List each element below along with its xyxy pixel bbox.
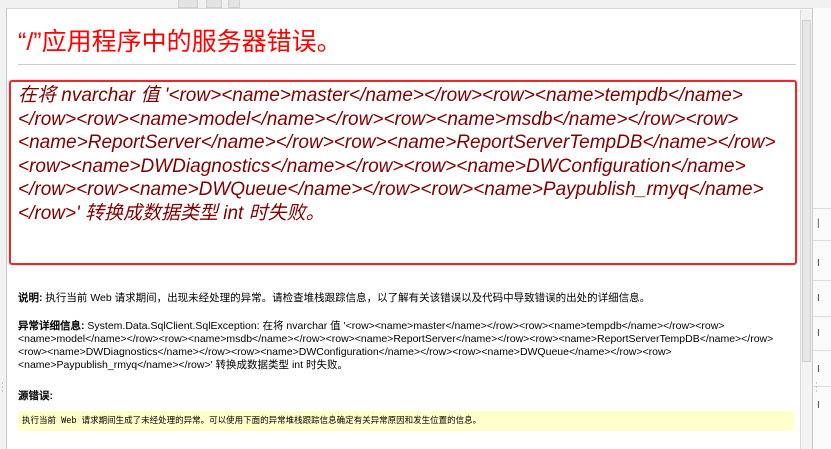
panel-marker-icon[interactable]: I [817,400,820,411]
splitter-grip-icon[interactable]: · · · [815,380,818,397]
panel-divider [813,280,831,281]
source-error-label: 源错误: [18,390,53,402]
description-label: 说明: [18,292,43,304]
exception-text: System.Data.SqlClient.SqlException: 在将 n… [18,320,774,371]
description-text: 执行当前 Web 请求期间，出现未经处理的异常。请检查堆栈跟踪信息，以了解有关该… [42,292,651,304]
splitter-grip-icon[interactable]: · · · [1,380,4,397]
panel-marker-icon[interactable]: I [817,328,820,339]
panel-marker-icon[interactable]: | [817,218,820,229]
panel-marker-icon[interactable]: I [817,293,820,304]
panel-marker-icon[interactable]: I [817,364,820,375]
panel-divider [813,350,831,351]
panel-divider [813,208,831,209]
description-section: 说明: 执行当前 Web 请求期间，出现未经处理的异常。请检查堆栈跟踪信息，以了… [18,292,794,305]
exception-label: 异常详细信息: [18,320,85,332]
page-title: “/”应用程序中的服务器错误。 [18,28,342,56]
top-tab[interactable] [178,0,198,8]
highlight-annotation [9,80,797,265]
panel-divider [813,316,831,317]
title-divider [18,64,796,65]
panel-marker-icon[interactable]: I [817,258,820,269]
panel-divider [813,240,831,241]
top-tab[interactable] [206,0,222,8]
exception-details-section: 异常详细信息: System.Data.SqlClient.SqlExcepti… [18,320,794,372]
top-tab[interactable] [228,0,240,8]
source-error-box: 执行当前 Web 请求期间生成了未经处理的异常。可以使用下面的异常堆栈跟踪信息确… [18,411,794,431]
scrollbar-thumb[interactable] [802,20,811,362]
